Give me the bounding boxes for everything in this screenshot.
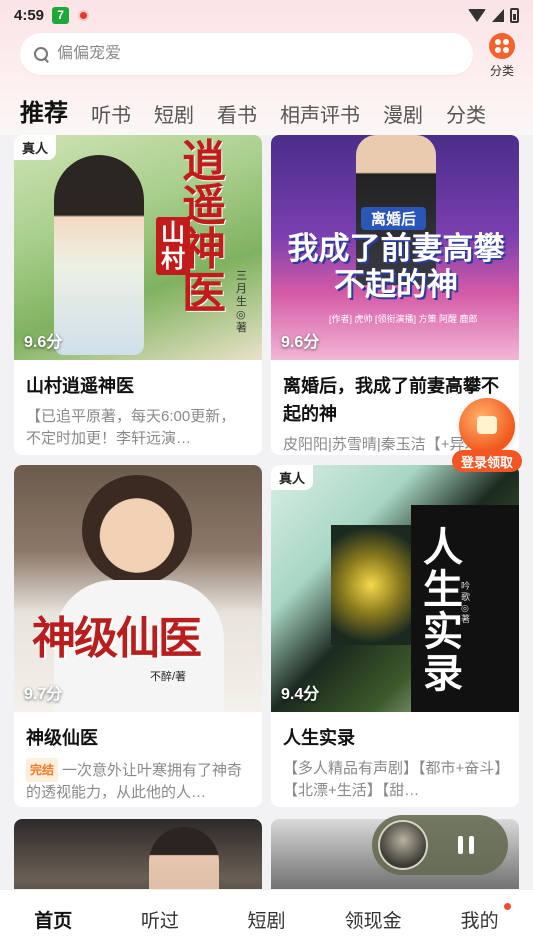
app-notification-icon: 7 [52,6,70,24]
mini-player[interactable] [372,815,508,875]
book-title: 山村逍遥神医 [26,376,134,396]
city-lights-illustration [331,525,411,645]
nav-earn-cash[interactable]: 领现金 [320,906,427,933]
book-cover: 真人 逍遥神医 山村 三月生◎著 9.6分 [14,135,262,360]
cover-subtitle: 山村 [156,217,190,275]
book-description: 【已追平原著，每天6:00更新，不定时加更！李轩远演… [26,408,236,447]
category-button[interactable]: 分类 [484,33,520,79]
status-badge: 完结 [26,758,59,782]
red-envelope-icon [459,398,515,454]
book-cover [14,819,262,889]
book-card[interactable]: 真人 逍遥神医 山村 三月生◎著 9.6分 山村逍遥神医 【已追平原著，每天6:… [14,135,262,455]
book-description-text: 一次意外让叶寒拥有了神奇的透视能力，从此他的人… [26,762,243,801]
character-illustration [82,475,192,585]
cover-title: 神级仙医 [32,613,202,664]
tab-read[interactable]: 看书 [217,99,257,128]
book-title: 人生实录 [283,728,355,748]
tab-short-drama[interactable]: 短剧 [154,99,194,128]
book-cover: 离婚后 我成了前妻高攀不起的神 [作者] 虎帅 [领衔演播] 方策 阿醒 鹿郎 … [271,135,519,360]
character-illustration [54,155,144,355]
pause-icon[interactable] [458,836,474,854]
top-tabs: 推荐 听书 短剧 看书 相声评书 漫剧 分类 [20,92,509,128]
tag-real-person: 真人 [271,465,314,490]
tag-real-person: 真人 [14,135,57,160]
book-score: 9.6分 [24,334,63,351]
book-score: 9.7分 [24,686,63,703]
cover-author: 吟歌◎著 [461,581,471,624]
cover-author: 不醉/著 [150,671,187,683]
cover-title: 逍遥神医 [182,136,226,319]
tab-comic-drama[interactable]: 漫剧 [383,99,423,128]
nav-short-drama[interactable]: 短剧 [213,906,320,933]
cover-title: 我成了前妻高攀不起的神 [287,231,505,303]
nav-history[interactable]: 听过 [107,906,214,933]
book-card[interactable] [14,819,262,889]
book-cover: 真人 人生实录 吟歌◎著 9.4分 [271,465,519,712]
reward-label: 登录领取 [452,450,522,472]
book-card[interactable]: 神级仙医 不醉/著 9.7分 神级仙医 完结 一次意外让叶寒拥有了神奇的透视能力，… [14,465,262,807]
wifi-icon [468,8,486,22]
book-card[interactable]: 真人 人生实录 吟歌◎著 9.4分 人生实录 【多人精品有声剧】【都市+奋斗】【… [271,465,519,807]
tab-crosstalk[interactable]: 相声评书 [280,99,360,128]
content-feed: 真人 逍遥神医 山村 三月生◎著 9.6分 山村逍遥神医 【已追平原著，每天6:… [0,135,533,889]
cover-author: 三月生◎著 [236,270,247,334]
category-label: 分类 [489,64,514,78]
tab-audiobook[interactable]: 听书 [91,99,131,128]
search-input[interactable] [57,45,437,63]
red-dot-icon [503,902,511,910]
battery-icon [510,7,519,23]
nav-mine[interactable]: 我的 [426,902,533,933]
book-description: 完结 一次意外让叶寒拥有了神奇的透视能力，从此他的人… [14,752,262,804]
tab-category[interactable]: 分类 [446,99,486,128]
book-cover: 神级仙医 不醉/著 9.7分 [14,465,262,712]
book-score: 9.6分 [281,334,320,351]
player-cover [378,820,428,870]
book-score: 9.4分 [281,686,320,703]
signal-icon [492,8,504,22]
nav-mine-label: 我的 [460,910,499,932]
search-icon [34,46,49,62]
status-bar: 4:59 7 [0,0,533,30]
book-title: 神级仙医 [26,728,98,748]
cover-subtitle: 离婚后 [361,207,427,230]
bottom-navigation: 首页 听过 短剧 领现金 我的 [0,889,533,948]
tab-recommend[interactable]: 推荐 [20,93,68,128]
status-time: 4:59 [14,6,45,24]
search-bar[interactable] [20,33,473,75]
book-description: 【多人精品有声剧】【都市+奋斗】【北漂+生活】【甜… [283,760,502,799]
notification-dot-icon [78,9,90,21]
nav-home[interactable]: 首页 [0,906,107,933]
grid-icon [489,33,515,59]
login-reward-button[interactable]: 登录领取 [452,398,522,474]
cover-credits: [作者] 虎帅 [领衔演播] 方策 阿醒 鹿郎 [329,314,478,324]
character-illustration [149,827,219,889]
